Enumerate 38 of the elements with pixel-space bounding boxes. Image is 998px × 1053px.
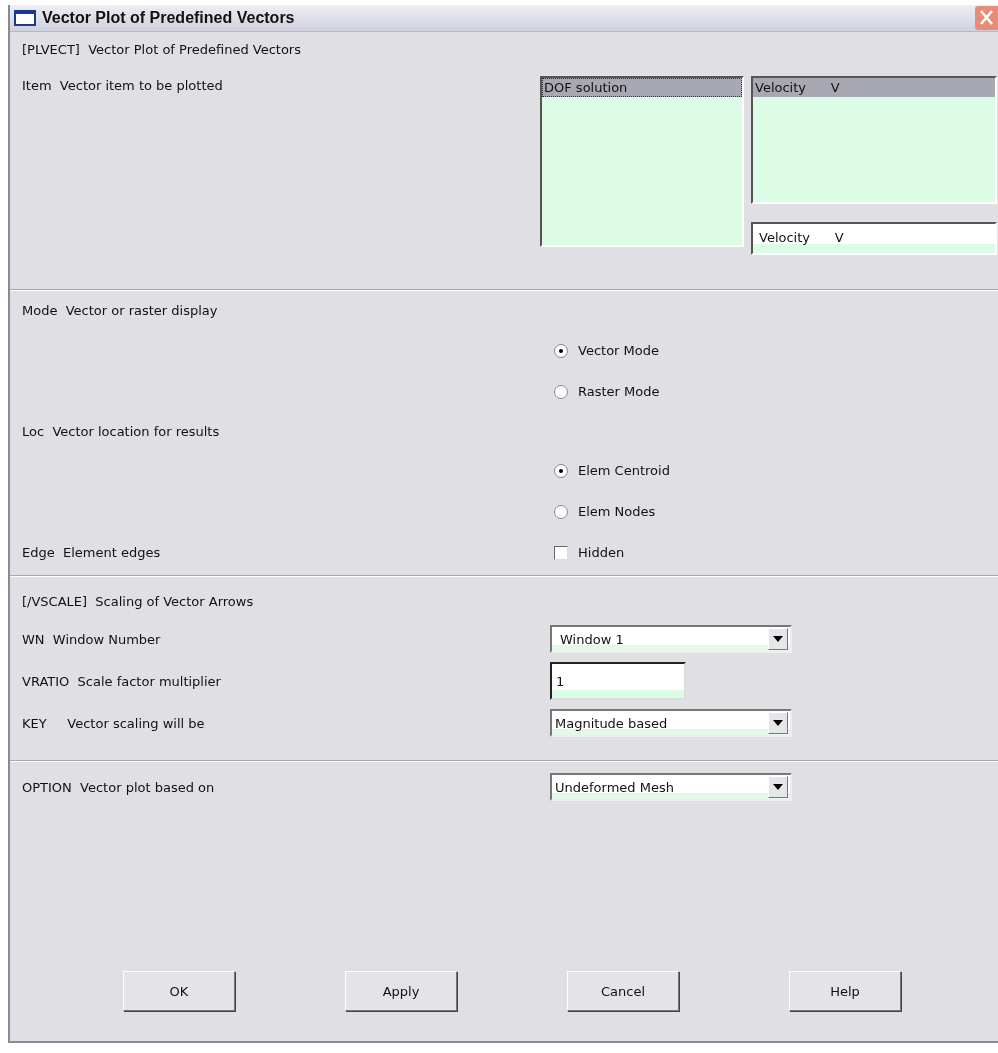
input-field[interactable]: 1 [550, 662, 686, 700]
window-icon [14, 10, 36, 26]
radio-button[interactable] [554, 504, 568, 519]
window-dropdown[interactable]: Window 1 [550, 625, 792, 653]
field-label: Mode Vector or raster display [22, 302, 218, 318]
dialog-button[interactable]: Apply [345, 971, 457, 1011]
scaling-dropdown[interactable]: Magnitude based [550, 709, 792, 737]
field-label: Item Vector item to be plotted [22, 78, 224, 93]
radio-label[interactable]: Elem Centroid [578, 463, 670, 478]
field-label: KEY Vector scaling will be [22, 715, 206, 731]
radio-label[interactable]: Raster Mode [578, 384, 660, 399]
radio-button[interactable] [554, 384, 568, 399]
category-list[interactable]: DOF solution [540, 76, 744, 247]
selection-field[interactable]: Velocity V [751, 222, 997, 255]
radio-button[interactable] [554, 463, 568, 478]
section-header: [/VSCALE] Scaling of Vector Arrows [22, 593, 254, 609]
list-item[interactable]: DOF solution [542, 78, 742, 97]
plot-basis-dropdown[interactable]: Undeformed Mesh [550, 773, 792, 801]
caret-icon [773, 720, 783, 726]
field-label: Loc Vector location for results [22, 423, 220, 439]
list-item[interactable]: Velocity V [753, 78, 995, 97]
field-label: Edge Element edges [22, 545, 162, 560]
field-label: VRATIO Scale factor multiplier [22, 673, 222, 689]
section-header: [PLVECT] Vector Plot of Predefined Vectors [22, 41, 301, 57]
checkbox[interactable] [554, 545, 568, 560]
field-label: WN Window Number [22, 631, 162, 647]
checkbox-label[interactable]: Hidden [578, 545, 625, 560]
field-label: OPTION Vector plot based on [22, 779, 216, 795]
dialog-button[interactable]: OK [123, 971, 235, 1011]
caret-icon [773, 636, 783, 642]
radio-label[interactable]: Vector Mode [578, 343, 659, 358]
window-title: Vector Plot of Predefined Vectors [42, 9, 295, 27]
radio-label[interactable]: Elem Nodes [578, 504, 656, 519]
radio-button[interactable] [554, 343, 568, 358]
dialog-button[interactable]: Help [789, 971, 901, 1011]
dialog-button[interactable]: Cancel [567, 971, 679, 1011]
component-list[interactable]: Velocity V [751, 76, 997, 204]
caret-icon [773, 784, 783, 790]
